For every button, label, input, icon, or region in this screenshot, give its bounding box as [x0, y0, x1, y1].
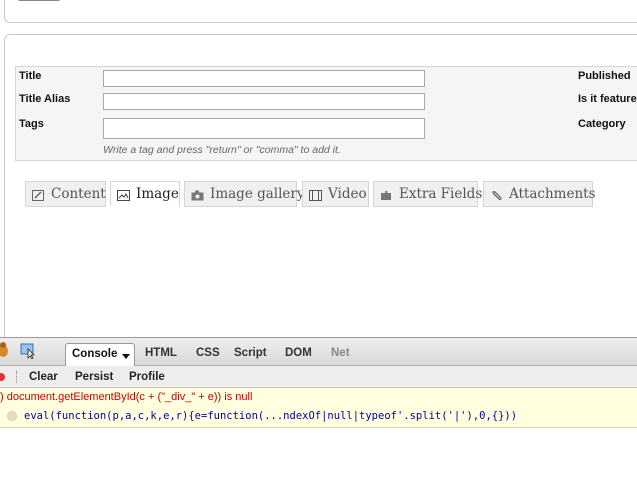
chevron-down-icon: [122, 354, 130, 359]
tab-image[interactable]: Image: [110, 181, 180, 207]
tab-extra-fields[interactable]: Extra Fields: [373, 181, 482, 207]
title-label: Title: [19, 70, 42, 82]
tab-video[interactable]: Video: [302, 181, 369, 207]
firebug-tab-console[interactable]: Console: [65, 343, 135, 367]
firebug-tab-dom[interactable]: DOM: [285, 347, 312, 359]
separator: [16, 371, 17, 383]
item-form: Title Title Alias Tags Write a tag and p…: [15, 66, 637, 161]
firebug-icon[interactable]: [0, 341, 10, 359]
error-text: document.getElementById(c + ("_div_" + e…: [6, 391, 253, 403]
tab-extra-fields-label: Extra Fields: [399, 186, 483, 202]
picture-icon: [117, 189, 130, 201]
title-alias-input[interactable]: [103, 93, 425, 110]
tags-label: Tags: [19, 118, 44, 130]
console-toolbar: Clear Persist Profile: [0, 366, 637, 388]
tab-video-label: Video: [328, 186, 367, 202]
tab-attachments[interactable]: Attachments: [483, 181, 596, 207]
console-tab-label: Console: [72, 348, 118, 360]
category-label: Category: [578, 118, 626, 130]
featured-label: Is it featured: [578, 93, 637, 105]
error-source-line[interactable]: eval(function(p,a,c,k,e,r){e=function(..…: [24, 410, 517, 422]
profile-button[interactable]: Profile: [129, 371, 165, 383]
tab-content[interactable]: Content: [25, 181, 106, 207]
published-label: Published: [578, 70, 631, 82]
console-log: ) document.getElementById(c + ("_div_" +…: [0, 388, 637, 428]
film-icon: [309, 189, 322, 201]
paperclip-icon: [490, 189, 503, 200]
tags-input[interactable]: [103, 118, 425, 139]
firebug-toolbar: Console HTML CSS Script DOM Net: [0, 337, 637, 367]
tab-image-gallery[interactable]: Image gallery: [184, 181, 305, 207]
error-prefix: ): [0, 391, 4, 403]
firebug-tab-net[interactable]: Net: [331, 347, 350, 359]
error-filter-icon[interactable]: [0, 371, 6, 383]
persist-button[interactable]: Persist: [75, 371, 113, 383]
tab-image-gallery-label: Image gallery: [210, 186, 305, 202]
puzzle-icon: [380, 189, 393, 200]
firebug-tab-script[interactable]: Script: [234, 347, 267, 359]
pencil-icon: [32, 189, 45, 201]
k2-logo: [18, 0, 60, 1]
inspect-icon[interactable]: [20, 343, 36, 359]
clear-button[interactable]: Clear: [29, 371, 58, 383]
title-alias-label: Title Alias: [19, 93, 71, 105]
tab-attachments-label: Attachments: [509, 186, 596, 202]
error-message[interactable]: ) document.getElementById(c + ("_div_" +…: [0, 391, 252, 403]
breakpoint-icon[interactable]: [7, 411, 17, 421]
firebug-tab-css[interactable]: CSS: [196, 347, 220, 359]
camera-icon: [191, 189, 204, 200]
header-bar: [0, 0, 637, 24]
title-input[interactable]: [103, 70, 425, 87]
tab-content-label: Content: [51, 186, 106, 202]
firebug-tab-html[interactable]: HTML: [145, 347, 177, 359]
tab-image-label: Image: [136, 186, 179, 202]
tags-hint: Write a tag and press "return" or "comma…: [103, 144, 341, 156]
